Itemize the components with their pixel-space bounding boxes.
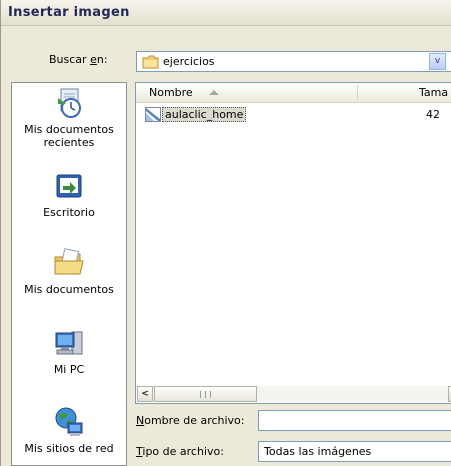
place-my-computer[interactable]: Mi PC <box>12 326 126 376</box>
file-type-select[interactable]: Todas las imágenes <box>258 441 451 462</box>
places-bar: Mis documentos recientes Escritorio Mis … <box>11 82 127 466</box>
place-network[interactable]: Mis sitios de red <box>12 405 126 455</box>
sort-ascending-icon <box>209 90 219 95</box>
file-list-header: Nombre Tama <box>136 83 451 103</box>
dialog-titlebar[interactable]: Insertar imagen <box>1 0 451 26</box>
file-name: aulaclic_home <box>162 107 247 122</box>
place-label: Escritorio <box>43 206 95 219</box>
look-in-label: Buscar en: <box>49 53 108 66</box>
look-in-label-hotkey: e <box>90 53 97 66</box>
scroll-left-button[interactable]: < <box>137 386 153 402</box>
file-row[interactable]: aulaclic_home 42 <box>142 107 451 122</box>
scroll-thumb[interactable] <box>154 386 257 402</box>
image-file-icon <box>145 107 161 122</box>
desktop-icon <box>56 174 82 198</box>
my-computer-icon <box>55 331 83 355</box>
look-in-combobox[interactable]: ejercicios <box>136 51 451 72</box>
look-in-label-prefix: Buscar <box>49 53 91 66</box>
place-label: Mi PC <box>53 363 85 376</box>
place-label: Mis documentos <box>24 283 114 296</box>
file-name-input[interactable] <box>258 410 451 431</box>
file-list[interactable]: Nombre Tama aulaclic_home 42 < > <box>135 82 451 404</box>
file-type-label-rest: ipo de archivo: <box>142 445 224 458</box>
place-my-documents[interactable]: Mis documentos <box>12 246 126 296</box>
place-desktop[interactable]: Escritorio <box>12 169 126 219</box>
place-label: Mis documentos recientes <box>24 123 114 149</box>
file-type-label: Tipo de archivo: <box>136 445 224 458</box>
place-label: Mis sitios de red <box>24 442 114 455</box>
look-in-label-suffix: n: <box>96 53 108 66</box>
file-name-label-hotkey: N <box>136 414 145 427</box>
horizontal-scrollbar[interactable]: < > <box>137 386 451 402</box>
grip-icon <box>200 391 211 398</box>
dialog-title: Insertar imagen <box>8 5 130 20</box>
folder-icon <box>142 55 159 69</box>
place-recent-documents[interactable]: Mis documentos recientes <box>12 86 126 149</box>
file-name-label-rest: ombre de archivo: <box>144 414 245 427</box>
column-header-name[interactable]: Nombre <box>149 86 193 99</box>
look-in-value: ejercicios <box>163 55 215 68</box>
file-type-value: Todas las imágenes <box>264 445 372 458</box>
network-places-icon <box>55 407 83 436</box>
column-divider[interactable] <box>357 85 358 100</box>
column-header-size[interactable]: Tama <box>419 86 448 99</box>
recent-documents-icon <box>58 88 81 118</box>
my-documents-folder-icon <box>54 248 84 275</box>
insert-image-dialog: Insertar imagen Buscar en: ejercicios v … <box>0 0 451 466</box>
look-in-dropdown-button[interactable]: v <box>429 53 446 70</box>
file-name-label: Nombre de archivo: <box>136 414 245 427</box>
file-size: 42 <box>426 108 440 121</box>
